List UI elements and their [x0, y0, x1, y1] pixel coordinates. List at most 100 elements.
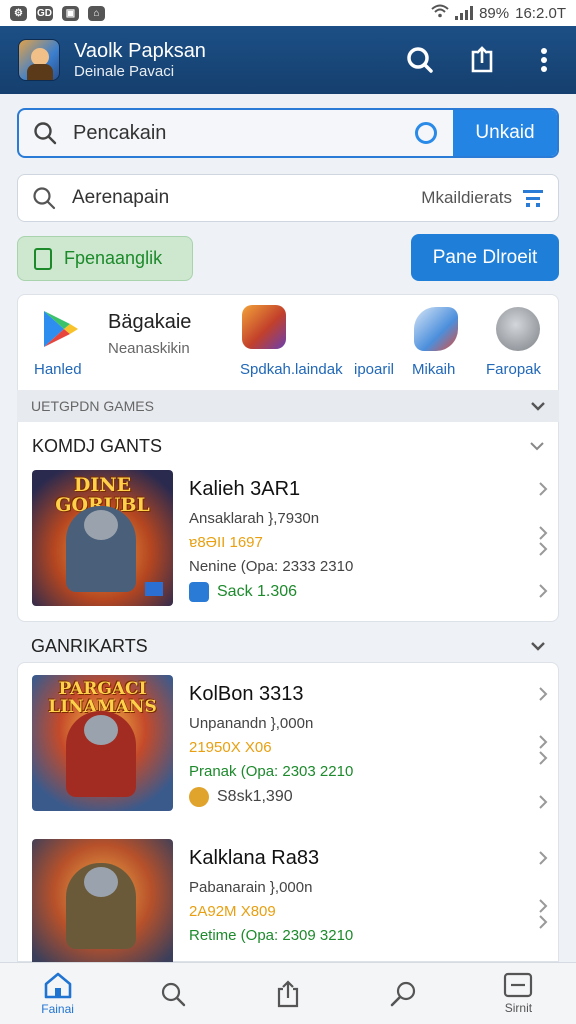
app-label-3[interactable]: ipoaril — [354, 361, 394, 378]
search-button[interactable] — [406, 46, 434, 74]
coin-icon — [189, 787, 209, 807]
play-store-icon[interactable] — [40, 309, 80, 349]
game-thumbnail[interactable]: DINE GORUBL — [32, 470, 173, 606]
section-komdj-gants: KOMDJ GANTS DINE GORUBL Kalieh 3AR1 Ansa… — [17, 422, 559, 622]
nav-menu[interactable]: Sirnit — [461, 963, 576, 1024]
tools-app-icon[interactable] — [414, 307, 458, 351]
featured-app-name: Bägakaie — [108, 311, 192, 333]
game-line-2: 2A92M X809 — [189, 903, 276, 920]
app-label-5[interactable]: Faropak — [486, 361, 541, 378]
chevron-right-icon[interactable] — [539, 915, 548, 929]
chevron-right-icon[interactable] — [539, 751, 548, 765]
game-card[interactable]: PARGACI LINAMANS KolBon 3313 Unpanandn }… — [32, 675, 552, 811]
section-heading: KOMDJ GANTS — [32, 436, 163, 456]
game-price: S8sk1,390 — [217, 788, 293, 805]
app-label-2[interactable]: Spdkah.laindak — [240, 361, 343, 378]
wifi-icon — [431, 4, 449, 22]
game-thumbnail[interactable] — [32, 839, 173, 975]
filter-label[interactable]: Mkaildierats — [421, 188, 512, 208]
primary-search-input[interactable]: Pencakain — [73, 122, 166, 145]
game-card[interactable]: DINE GORUBL Kalieh 3AR1 Ansaklarah },793… — [32, 470, 552, 606]
clock: 16:2.0T — [515, 4, 566, 22]
game-character — [66, 506, 136, 592]
app-notification-icon: GD — [36, 5, 53, 21]
badge-icon — [145, 582, 163, 596]
more-options-button[interactable] — [530, 46, 558, 74]
game-character — [66, 863, 136, 949]
game-price-chip[interactable]: Sack 1.306 — [189, 582, 297, 602]
chevron-right-icon[interactable] — [539, 899, 548, 913]
chevron-right-icon[interactable] — [539, 735, 548, 749]
chevron-right-icon[interactable] — [539, 687, 548, 701]
nav-share[interactable] — [230, 963, 345, 1024]
battery-text: 89% — [479, 4, 510, 22]
share-button[interactable] — [468, 46, 496, 74]
app-label-4[interactable]: Mikaih — [412, 361, 455, 378]
secondary-search-input[interactable]: Aerenapain — [72, 187, 169, 209]
image-notification-icon: ▣ — [62, 5, 79, 21]
secondary-search-bar[interactable]: Aerenapain Mkaildierats — [17, 174, 559, 222]
upcoming-games-strip[interactable]: UETGPDN GAMES — [17, 390, 559, 422]
game-app-icon[interactable] — [242, 305, 286, 349]
chevron-right-icon[interactable] — [539, 584, 548, 598]
voice-search-icon[interactable] — [415, 122, 437, 144]
game-line-3: Nenine (Opa: 2333 2310 — [189, 558, 354, 575]
game-title: Kalklana Ra83 — [189, 847, 320, 869]
nav-search[interactable] — [115, 963, 230, 1024]
chevron-down-icon[interactable] — [531, 641, 545, 651]
signal-icon — [455, 6, 474, 20]
chevron-down-icon[interactable] — [531, 401, 545, 411]
green-action-label: Fpenaanglik — [64, 248, 163, 268]
share-icon — [471, 46, 493, 73]
section-heading: GANRIKARTS — [31, 635, 148, 656]
section-ganrikarts: PARGACI LINAMANS KolBon 3313 Unpanandn }… — [17, 662, 559, 975]
nav-chat[interactable] — [346, 963, 461, 1024]
game-line-3: Retime (Opa: 2309 3210 — [189, 927, 354, 944]
green-action-button[interactable]: Fpenaanglik — [17, 236, 193, 281]
game-line-2: ɐ8ƏII 1697 — [189, 534, 263, 551]
more-vert-icon — [541, 48, 547, 72]
search-icon — [34, 122, 57, 145]
chevron-right-icon[interactable] — [539, 542, 548, 556]
status-bar: ⚙ GD ▣ ⌂ 89% 16:2.0T — [0, 0, 576, 26]
upcoming-games-label: UETGPDN GAMES — [31, 398, 154, 414]
blue-action-button[interactable]: Pane Dlroeit — [411, 234, 559, 281]
search-submit-button[interactable]: Unkaid — [453, 110, 557, 156]
primary-search-bar[interactable]: Pencakain Unkaid — [17, 108, 559, 158]
chat-app-icon[interactable] — [496, 307, 540, 351]
game-price-chip[interactable]: S8sk1,390 — [189, 787, 293, 807]
search-icon — [407, 47, 433, 73]
coin-icon — [189, 582, 209, 602]
section-2-header[interactable]: GANRIKARTS — [17, 630, 559, 662]
app-label-1[interactable]: Hanled — [34, 361, 82, 378]
app-subtitle: Deinale Pavaci — [74, 62, 175, 80]
settings-notification-icon: ⚙ — [10, 5, 27, 21]
nav-home[interactable]: Fainai — [0, 963, 115, 1024]
game-line-1: Pabanarain },000n — [189, 879, 313, 896]
featured-app[interactable]: Bägakaie Neanaskikin — [108, 311, 191, 357]
game-character — [66, 711, 136, 797]
game-title: Kalieh 3AR1 — [189, 478, 301, 500]
home-icon — [44, 972, 71, 999]
filter-icon[interactable] — [522, 188, 544, 208]
share-icon — [277, 979, 299, 1007]
chevron-right-icon[interactable] — [539, 795, 548, 809]
nav-home-label: Fainai — [41, 1002, 74, 1016]
home-notification-icon: ⌂ — [88, 5, 105, 21]
chevron-right-icon[interactable] — [539, 482, 548, 496]
menu-icon — [504, 972, 533, 998]
game-card[interactable]: Kalklana Ra83 Pabanarain },000n 2A92M X8… — [32, 839, 552, 975]
chevron-right-icon[interactable] — [539, 851, 548, 865]
chat-icon — [390, 981, 416, 1006]
game-title: KolBon 3313 — [189, 683, 304, 705]
nav-menu-label: Sirnit — [504, 1001, 533, 1015]
app-title: Vaolk Papksan — [74, 39, 206, 62]
game-line-3: Pranak (Opa: 2303 2210 — [189, 763, 354, 780]
chevron-down-icon[interactable] — [530, 442, 544, 451]
search-icon — [161, 982, 185, 1006]
game-thumbnail[interactable]: PARGACI LINAMANS — [32, 675, 173, 811]
clipboard-icon — [34, 247, 52, 270]
chevron-right-icon[interactable] — [539, 526, 548, 540]
game-price: Sack 1.306 — [217, 583, 298, 600]
app-bar: Vaolk Papksan Deinale Pavaci — [0, 26, 576, 94]
